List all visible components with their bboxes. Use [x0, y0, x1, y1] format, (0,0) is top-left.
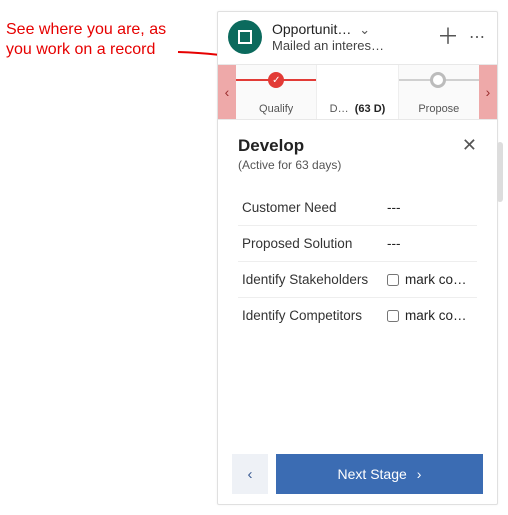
field-label: Identify Competitors — [238, 308, 387, 323]
record-title-text: Opportunit… — [272, 21, 351, 37]
stage-propose[interactable]: Propose — [399, 65, 479, 119]
field-label: Identify Stakeholders — [238, 272, 387, 287]
card-subtitle: (Active for 63 days) — [238, 158, 341, 172]
record-title: Opportunit… ⌄ — [272, 21, 437, 38]
field-row[interactable]: Identify Competitors mark co… — [238, 298, 477, 333]
panel-header: Opportunit… ⌄ Mailed an interes… ＋ ⋯ — [218, 12, 497, 64]
field-value-text: mark co… — [405, 272, 467, 287]
stage-qualify[interactable]: Qualify — [236, 65, 317, 119]
card-title: Develop — [238, 136, 341, 156]
next-stage-label: Next Stage — [338, 466, 407, 482]
stage-next-button[interactable]: › — [479, 65, 497, 119]
stage-label: Qualify — [259, 103, 293, 115]
field-row[interactable]: Customer Need --- — [238, 190, 477, 226]
stage-label: D… (63 D) — [330, 103, 386, 115]
record-subtitle: Mailed an interes… — [272, 38, 437, 53]
chevron-down-icon[interactable]: ⌄ — [359, 22, 370, 37]
field-label: Proposed Solution — [238, 236, 387, 251]
field-row[interactable]: Identify Stakeholders mark co… — [238, 262, 477, 298]
back-stage-button[interactable]: ‹ — [232, 454, 268, 494]
field-checkbox[interactable] — [387, 310, 399, 322]
field-value[interactable]: --- — [387, 236, 477, 251]
field-row[interactable]: Proposed Solution --- — [238, 226, 477, 262]
next-stage-button[interactable]: Next Stage › — [276, 454, 483, 494]
field-value-text: mark co… — [405, 308, 467, 323]
scrollbar[interactable] — [497, 142, 503, 202]
entity-icon — [228, 20, 262, 54]
field-value[interactable]: --- — [387, 200, 477, 215]
stage-track: ✓ Qualify D… (63 D) Propose — [236, 65, 479, 119]
header-text: Opportunit… ⌄ Mailed an interes… — [272, 21, 437, 53]
stage-develop[interactable]: D… (63 D) — [317, 65, 398, 119]
card-footer: ‹ Next Stage › — [218, 454, 497, 494]
stage-prev-button[interactable]: ‹ — [218, 65, 236, 119]
field-value[interactable]: mark co… — [387, 272, 477, 287]
annotation-text: See where you are, as you work on a reco… — [6, 20, 206, 60]
chevron-right-icon: › — [417, 466, 422, 482]
stage-label: Propose — [418, 103, 459, 115]
more-button[interactable]: ⋯ — [469, 27, 487, 47]
field-checkbox[interactable] — [387, 274, 399, 286]
close-icon[interactable]: ✕ — [462, 136, 477, 154]
stage-bar: ‹ ✓ Qualify D… (63 D) Propose › — [218, 64, 497, 120]
add-button[interactable]: ＋ — [437, 26, 459, 48]
field-label: Customer Need — [238, 200, 387, 215]
stage-card: Develop (Active for 63 days) ✕ Customer … — [218, 120, 497, 454]
field-list: Customer Need --- Proposed Solution --- … — [238, 190, 477, 333]
record-panel: Opportunit… ⌄ Mailed an interes… ＋ ⋯ ‹ ✓… — [217, 11, 498, 505]
field-value[interactable]: mark co… — [387, 308, 477, 323]
